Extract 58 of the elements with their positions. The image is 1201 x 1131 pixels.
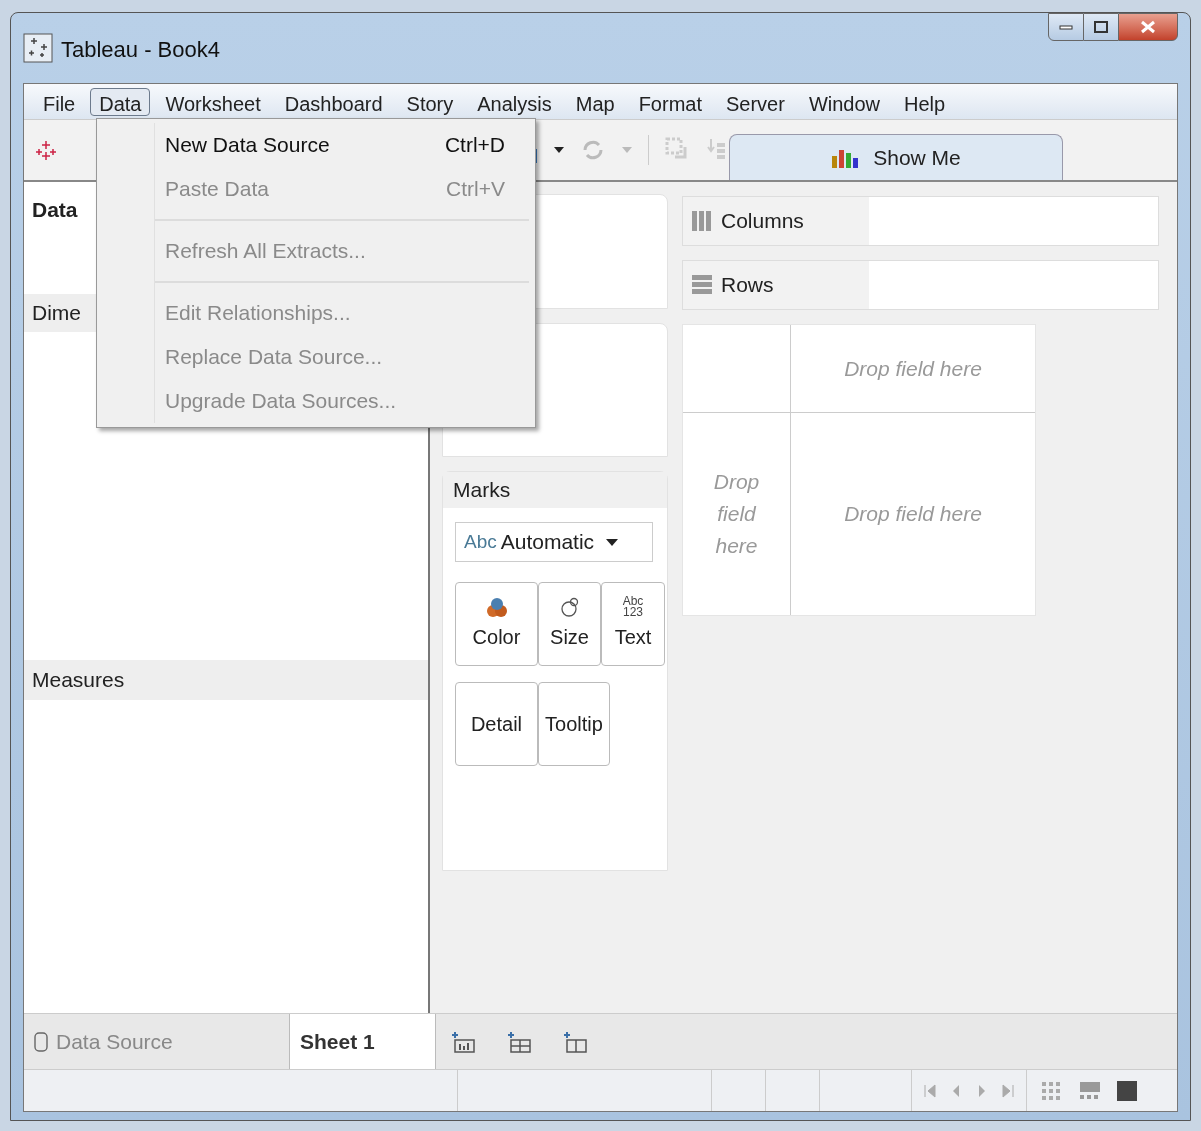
shelf[interactable]: Rows [682,260,1159,310]
size-circles-icon [558,596,581,618]
menu-item[interactable]: Window [799,87,890,116]
card-title: Marks [453,477,511,504]
pane-title: Data [32,198,78,221]
caret-icon[interactable] [554,147,564,153]
maximize-button[interactable] [1084,13,1118,41]
minimize-icon [1059,24,1073,30]
drop-zone-hint: Drop field here [844,355,982,382]
drop-zone-hint: Drop field here [712,469,761,559]
minimize-button[interactable] [1048,13,1084,41]
menu-item[interactable]: Dashboard [275,87,392,116]
marks-card-button[interactable]: Tooltip [538,682,610,766]
next-icon[interactable] [976,1083,988,1098]
menu-item[interactable]: Data [90,87,151,116]
marks-card-button[interactable]: Size [538,582,601,666]
menu-item[interactable]: Analysis [468,87,561,116]
close-icon [1140,20,1156,34]
text-icon: 123 [623,607,643,618]
menu-item[interactable]: Server [717,87,794,116]
section-header: Dime [32,300,81,327]
new-worksheet-icon[interactable] [452,1029,476,1054]
grid-icon[interactable] [1041,1080,1063,1101]
app-logo-icon [23,33,53,63]
last-page-icon[interactable] [1002,1083,1014,1098]
marks-card-button[interactable]: Abc 123 Text [601,582,665,666]
tab-view-icon[interactable] [1117,1080,1137,1101]
menu-item[interactable]: Help [895,87,955,116]
shelf-label: Columns [721,208,804,235]
menu-item[interactable]: Worksheet [156,87,270,116]
shelf-label: Rows [721,272,774,299]
sheet-tab[interactable]: Sheet 1 [290,1014,436,1069]
new-story-icon[interactable] [564,1029,588,1054]
close-button[interactable] [1118,13,1178,41]
columns-icon [691,210,713,232]
menu-item[interactable]: Map [566,87,624,116]
menu-item[interactable]: File [34,87,85,116]
mark-type-dropdown[interactable]: Abc Automatic [455,522,653,562]
shelf[interactable]: Columns [682,196,1159,246]
first-page-icon[interactable] [924,1083,936,1098]
section-header: Measures [32,667,125,694]
caret-icon [606,538,619,546]
menu-item[interactable]: New Data Source Ctrl+D [155,123,535,167]
menu-item[interactable]: Format [629,87,711,116]
marks-card-button[interactable]: Detail [455,682,538,766]
color-palette-icon [485,596,508,618]
window-title: Tableau - Book4 [61,36,220,64]
show-me-button[interactable]: Show Me [729,134,1063,180]
filmstrip-icon[interactable] [1079,1080,1101,1101]
new-dashboard-icon[interactable] [508,1029,532,1054]
text-icon: Abc [622,596,644,607]
drop-zone-hint: Drop field here [844,501,982,528]
app-logo-icon [34,138,58,162]
rows-icon [691,274,713,296]
restore-icon [1094,21,1108,33]
marks-card-button[interactable]: Color [455,582,538,666]
database-icon [34,1031,48,1052]
menu-item[interactable]: Story [397,87,463,116]
